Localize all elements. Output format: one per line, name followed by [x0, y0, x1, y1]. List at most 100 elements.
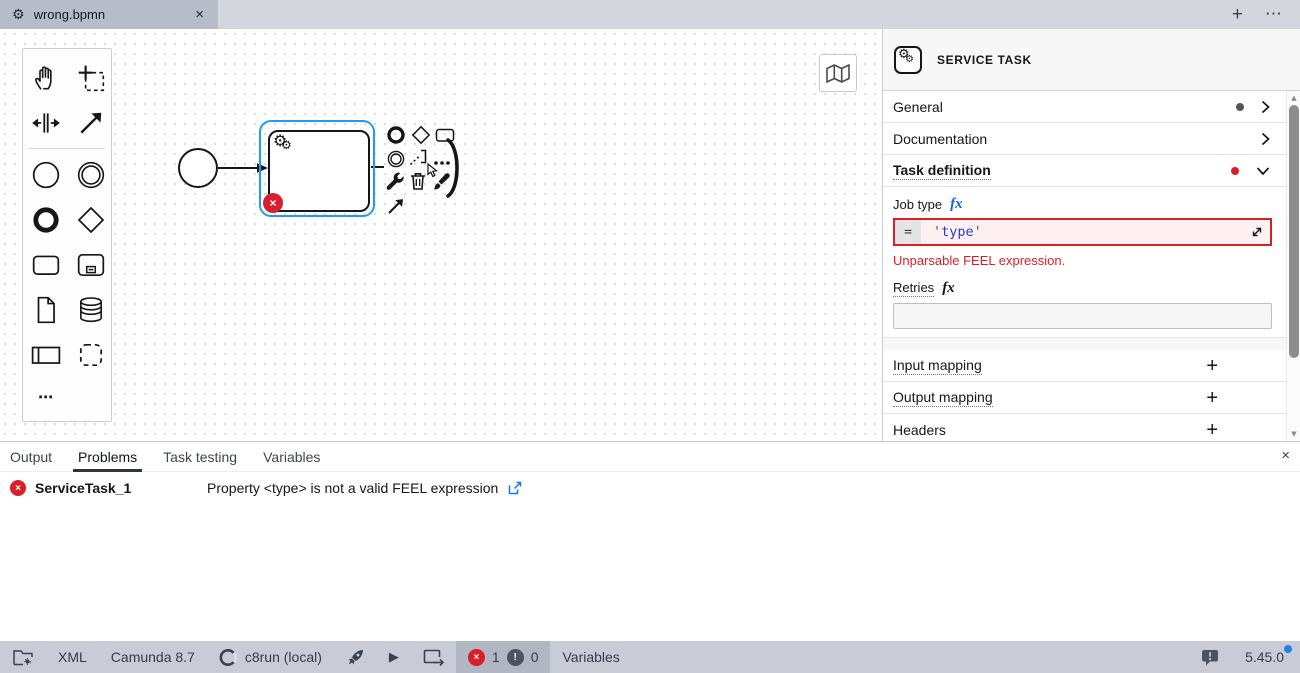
context-pad-append-end-event[interactable]: [385, 124, 407, 146]
context-pad-change-type[interactable]: [384, 171, 406, 193]
error-badge-icon: ×: [468, 649, 485, 666]
problem-row[interactable]: × ServiceTask_1 Property <type> is not a…: [0, 472, 1300, 504]
tab-problems[interactable]: Problems: [78, 442, 137, 471]
scroll-up-icon[interactable]: ▲: [1287, 94, 1300, 102]
palette-global-connect-tool[interactable]: [68, 100, 113, 145]
retries-input[interactable]: [893, 303, 1272, 329]
tab-bar: ⚙ wrong.bpmn × + ⋯: [0, 0, 1300, 29]
group-gap: [883, 338, 1286, 350]
runtime-button[interactable]: c8run (local): [207, 641, 334, 673]
context-pad-delete[interactable]: [407, 170, 429, 192]
context-pad-append-gateway[interactable]: [410, 124, 432, 146]
new-tab-button[interactable]: +: [1232, 5, 1243, 24]
properties-scrollbar[interactable]: ▲ ▼: [1286, 91, 1300, 441]
tab-wrong-bpmn[interactable]: ⚙ wrong.bpmn ×: [0, 0, 218, 29]
service-task-shape[interactable]: ⚙⚙: [268, 130, 370, 212]
palette-space-tool[interactable]: [23, 100, 68, 145]
file-settings-button[interactable]: [0, 641, 46, 673]
engine-version-button[interactable]: Camunda 8.7: [99, 641, 207, 673]
palette-create-data-object[interactable]: [23, 287, 68, 332]
scrollbar-thumb[interactable]: [1289, 105, 1299, 358]
add-input-button[interactable]: +: [1206, 356, 1218, 376]
palette-create-group[interactable]: [68, 332, 113, 377]
tab-variables[interactable]: Variables: [263, 442, 320, 471]
wrench-icon: [385, 172, 405, 192]
trash-icon: [408, 171, 428, 191]
variables-button[interactable]: Variables: [550, 641, 631, 673]
participant-icon: [31, 340, 61, 370]
job-type-input[interactable]: = 'type': [893, 218, 1272, 246]
sequence-flow[interactable]: [0, 29, 883, 441]
intermediate-event-icon: [386, 149, 406, 169]
feel-error-message: Unparsable FEEL expression.: [893, 253, 1272, 268]
group-headers[interactable]: Headers +: [883, 414, 1286, 441]
connect-arrow-icon: [76, 108, 106, 138]
add-header-button[interactable]: +: [1206, 420, 1218, 440]
start-instance-button[interactable]: ▶: [377, 641, 411, 673]
modified-dot: [1236, 103, 1244, 111]
external-link-icon: [507, 481, 522, 496]
monitor-arrow-icon: [423, 649, 444, 666]
palette-create-end-event[interactable]: [23, 197, 68, 242]
palette-create-participant[interactable]: [23, 332, 68, 377]
chevron-right-icon: [1261, 100, 1270, 114]
group-task-definition[interactable]: Task definition: [883, 155, 1286, 187]
job-type-label: Job type: [893, 197, 942, 212]
add-output-button[interactable]: +: [1206, 388, 1218, 408]
error-icon: ×: [10, 480, 26, 496]
group-output-mapping[interactable]: Output mapping +: [883, 382, 1286, 414]
feedback-bubble-icon: [1201, 649, 1219, 666]
tab-task-testing[interactable]: Task testing: [163, 442, 237, 471]
bpmn-canvas[interactable]: ⋯ ⚙⚙ ×: [0, 29, 883, 441]
palette-create-intermediate-event[interactable]: [68, 152, 113, 197]
report-issue-button[interactable]: [1201, 641, 1219, 673]
external-link-button[interactable]: [507, 481, 522, 496]
feel-toggle-icon[interactable]: fx: [950, 197, 963, 212]
lasso-icon: [76, 63, 106, 93]
job-type-value: 'type': [921, 224, 982, 240]
map-icon: [825, 62, 851, 85]
property-groups: General Documentation Task definition Jo…: [883, 91, 1286, 441]
palette-create-task[interactable]: [23, 242, 68, 287]
data-store-icon: [76, 295, 106, 325]
context-pad-connect[interactable]: [385, 195, 407, 217]
close-tab-icon[interactable]: ×: [191, 6, 208, 23]
feel-toggle-icon[interactable]: fx: [942, 281, 955, 296]
tab-title: wrong.bpmn: [34, 7, 183, 22]
task-definition-body: Job type fx = 'type' Unparsable FEEL exp…: [883, 187, 1286, 338]
group-documentation[interactable]: Documentation: [883, 123, 1286, 155]
update-available-dot: [1284, 645, 1292, 653]
end-event-icon: [31, 205, 61, 235]
rocket-icon: [346, 648, 365, 667]
expand-editor-button[interactable]: [1250, 225, 1264, 239]
minimap-toggle-button[interactable]: [819, 54, 857, 92]
close-panel-icon[interactable]: ×: [1281, 447, 1290, 464]
group-input-mapping[interactable]: Input mapping +: [883, 350, 1286, 382]
element-type-title: SERVICE TASK: [937, 53, 1032, 67]
tab-output[interactable]: Output: [10, 442, 52, 471]
start-event-shape[interactable]: [178, 148, 218, 188]
problems-toggle-button[interactable]: × 1 ! 0: [456, 641, 551, 673]
palette-lasso-tool[interactable]: [68, 55, 113, 100]
scroll-down-icon[interactable]: ▼: [1287, 430, 1300, 438]
palette-create-data-store[interactable]: [68, 287, 113, 332]
tab-overflow-button[interactable]: ⋯: [1265, 6, 1282, 23]
open-in-play-button[interactable]: [411, 641, 456, 673]
deploy-button[interactable]: [334, 641, 377, 673]
space-tool-icon: [31, 108, 61, 138]
palette-hand-tool[interactable]: [23, 55, 68, 100]
context-pad-append-intermediate-event[interactable]: [385, 148, 407, 170]
hand-icon: [31, 63, 61, 93]
group-general[interactable]: General: [883, 91, 1286, 123]
status-bar-right: 5.45.0: [1201, 641, 1300, 673]
palette-create-subprocess[interactable]: [68, 242, 113, 287]
group-icon: [76, 340, 106, 370]
service-task-gears-icon: ⚙⚙: [273, 131, 287, 150]
palette-create-gateway[interactable]: [68, 197, 113, 242]
version-button[interactable]: 5.45.0: [1245, 649, 1284, 665]
palette-create-start-event[interactable]: [23, 152, 68, 197]
palette-more-entries[interactable]: ⋯: [23, 377, 111, 417]
problem-message: Property <type> is not a valid FEEL expr…: [207, 480, 498, 496]
play-icon: ▶: [389, 650, 399, 665]
xml-view-button[interactable]: XML: [46, 641, 99, 673]
